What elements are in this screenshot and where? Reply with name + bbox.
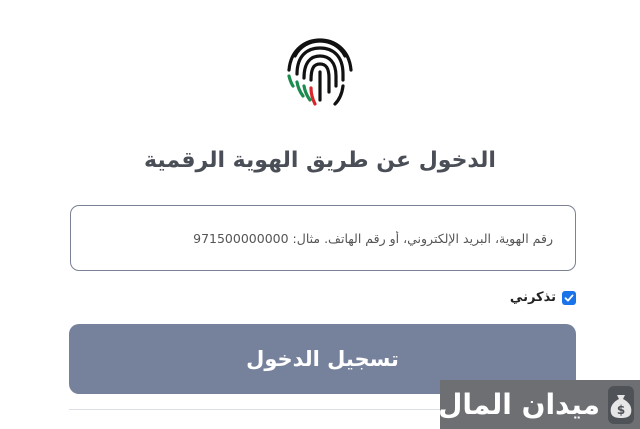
fingerprint-icon <box>287 38 353 106</box>
watermark-text: ميدان المال <box>438 388 600 421</box>
remember-checkbox[interactable] <box>562 290 576 305</box>
remember-me[interactable]: تذكرني <box>510 290 576 305</box>
watermark: $ ميدان المال <box>438 380 640 429</box>
page-title: الدخول عن طريق الهوية الرقمية <box>144 148 496 173</box>
remember-label: تذكرني <box>509 290 556 305</box>
identity-field[interactable] <box>70 205 576 271</box>
checkmark-icon <box>564 294 574 301</box>
money-bag-icon: $ <box>608 385 634 424</box>
uae-pass-fingerprint-logo <box>283 30 357 110</box>
identity-input[interactable] <box>87 206 553 270</box>
svg-text:$: $ <box>617 403 625 417</box>
